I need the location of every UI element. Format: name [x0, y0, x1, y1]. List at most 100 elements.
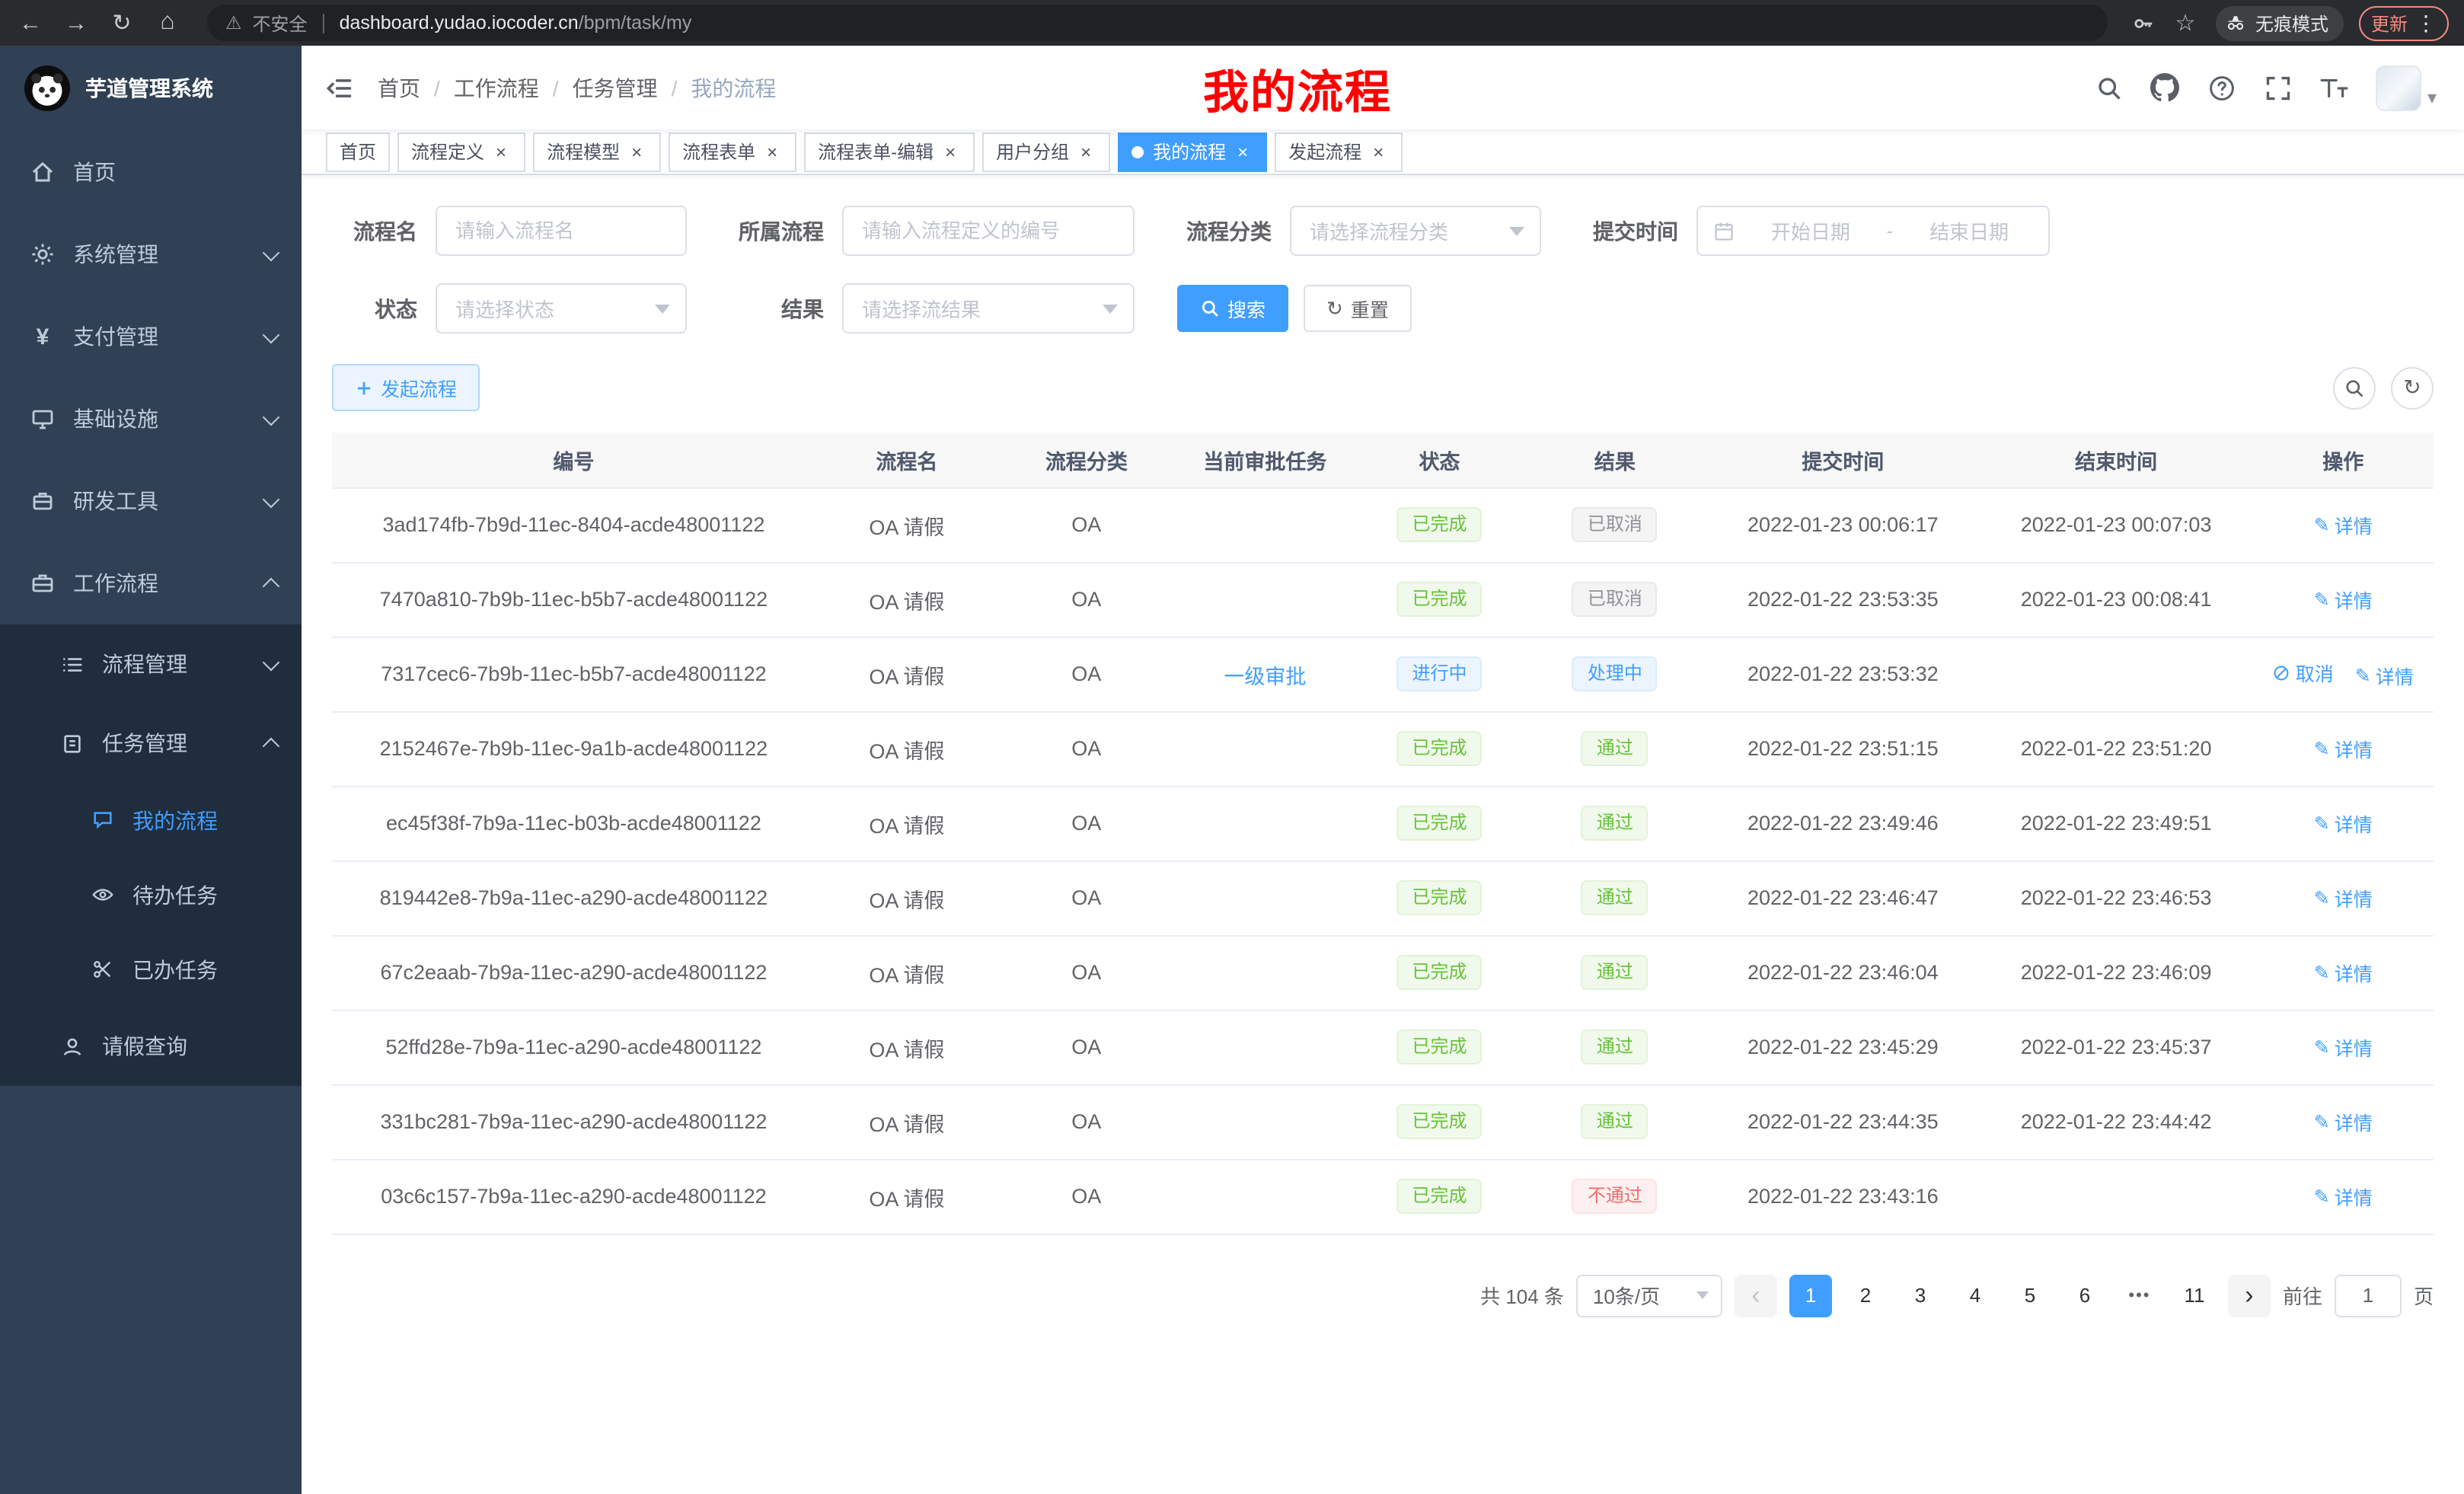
close-icon[interactable] — [761, 141, 783, 162]
home-icon[interactable] — [152, 11, 183, 35]
security-label[interactable]: 不安全 — [253, 10, 308, 36]
detail-link[interactable]: 详情 — [2314, 958, 2373, 987]
start-date-input[interactable]: 开始日期 — [1747, 216, 1875, 245]
app-logo-row[interactable]: 芋道管理系统 — [0, 46, 302, 131]
sidebar-item-home[interactable]: 首页 — [0, 131, 302, 213]
back-icon[interactable] — [15, 11, 46, 34]
close-icon[interactable] — [940, 141, 961, 162]
result-badge: 通过 — [1581, 1104, 1649, 1139]
font-size-icon[interactable] — [2319, 72, 2350, 103]
page-button-1[interactable]: 1 — [1789, 1274, 1832, 1317]
sidebar-item-devtools[interactable]: 研发工具 — [0, 460, 302, 542]
tag-process-form-edit[interactable]: 流程表单-编辑 — [804, 132, 975, 171]
cell-name: OA 请假 — [815, 637, 998, 711]
page-ellipsis-button[interactable]: ••• — [2118, 1274, 2161, 1317]
cell-id: 2152467e-7b9b-11ec-9a1b-acde48001122 — [332, 711, 815, 786]
security-warning-icon[interactable] — [225, 12, 242, 34]
detail-link[interactable]: 详情 — [2314, 510, 2373, 539]
tag-process-model[interactable]: 流程模型 — [533, 132, 661, 171]
close-icon[interactable] — [1368, 141, 1389, 162]
parent-process-input[interactable] — [842, 206, 1135, 256]
goto-page-input[interactable] — [2335, 1274, 2402, 1317]
sidebar-item-infrastructure[interactable]: 基础设施 — [0, 378, 302, 460]
result-badge: 通过 — [1581, 955, 1649, 990]
col-name: 流程名 — [815, 433, 998, 487]
page-button-3[interactable]: 3 — [1899, 1274, 1942, 1317]
sidebar-item-done-tasks[interactable]: 已办任务 — [0, 932, 302, 1007]
refresh-table-button[interactable] — [2391, 366, 2434, 409]
process-category-select[interactable]: 请选择流程分类 — [1290, 206, 1541, 256]
address-bar[interactable]: 不安全 dashboard.yudao.iocoder.cn/bpm/task/… — [207, 5, 2108, 41]
cell-id: 7470a810-7b9b-11ec-b5b7-acde48001122 — [332, 562, 815, 637]
user-avatar[interactable] — [2376, 65, 2437, 110]
process-name-input[interactable] — [436, 206, 687, 256]
chrome-update-button[interactable]: 更新 — [2359, 5, 2449, 40]
fullscreen-icon[interactable] — [2263, 72, 2293, 103]
page-button-2[interactable]: 2 — [1844, 1274, 1887, 1317]
refresh-icon — [2403, 375, 2421, 401]
browser-menu-icon[interactable] — [2415, 10, 2437, 36]
page-size-select[interactable]: 10条/页 — [1576, 1274, 1722, 1317]
tag-my-process[interactable]: 我的流程 — [1118, 132, 1267, 171]
page-button-5[interactable]: 5 — [2009, 1274, 2051, 1317]
sidebar-item-process-management[interactable]: 流程管理 — [0, 624, 302, 704]
github-icon[interactable] — [2150, 72, 2181, 103]
reset-button[interactable]: 重置 — [1304, 285, 1412, 332]
end-date-input[interactable]: 结束日期 — [1905, 216, 2033, 245]
refresh-icon — [1326, 296, 1343, 321]
result-select[interactable]: 请选择流结果 — [842, 283, 1135, 334]
current-task-link[interactable]: 一级审批 — [1224, 665, 1306, 688]
page-button-4[interactable]: 4 — [1954, 1274, 1996, 1317]
page-button-6[interactable]: 6 — [2063, 1274, 2106, 1317]
reload-icon[interactable] — [107, 11, 137, 34]
detail-link[interactable]: 详情 — [2355, 661, 2414, 690]
table-row: 7317cec6-7b9b-11ec-b5b7-acde48001122 OA … — [332, 637, 2434, 711]
tag-user-group[interactable]: 用户分组 — [982, 132, 1110, 171]
tag-home[interactable]: 首页 — [326, 132, 390, 171]
page-button-11[interactable]: 11 — [2173, 1274, 2216, 1317]
tag-start-process[interactable]: 发起流程 — [1275, 132, 1403, 171]
breadcrumb-task-management[interactable]: 任务管理 — [539, 72, 658, 103]
sidebar-item-task-management[interactable]: 任务管理 — [0, 704, 302, 783]
sidebar-item-workflow[interactable]: 工作流程 — [0, 542, 302, 624]
detail-link[interactable]: 详情 — [2314, 1033, 2373, 1061]
bookmark-star-icon[interactable] — [2170, 11, 2201, 34]
next-page-button[interactable] — [2228, 1274, 2271, 1317]
cell-current-task — [1175, 860, 1355, 935]
sidebar-item-leave-query[interactable]: 请假查询 — [0, 1007, 302, 1086]
detail-link[interactable]: 详情 — [2314, 734, 2373, 763]
sidebar-item-todo-tasks[interactable]: 待办任务 — [0, 857, 302, 932]
breadcrumb-home[interactable]: 首页 — [378, 72, 420, 103]
password-key-icon[interactable] — [2132, 11, 2155, 34]
date-separator: - — [1887, 219, 1894, 242]
search-icon[interactable] — [2094, 72, 2124, 103]
cell-submit-time: 2022-01-22 23:49:46 — [1706, 786, 1980, 860]
close-icon[interactable] — [626, 141, 647, 162]
close-icon[interactable] — [1232, 141, 1253, 162]
toggle-search-button[interactable] — [2333, 366, 2376, 409]
search-button[interactable]: 搜索 — [1177, 285, 1288, 332]
detail-link[interactable]: 详情 — [2314, 585, 2373, 614]
tag-process-definition[interactable]: 流程定义 — [397, 132, 525, 171]
sidebar-item-my-process[interactable]: 我的流程 — [0, 783, 302, 857]
breadcrumb-workflow[interactable]: 工作流程 — [420, 72, 539, 103]
detail-link[interactable]: 详情 — [2314, 809, 2373, 838]
close-icon[interactable] — [490, 141, 512, 162]
url-text[interactable]: dashboard.yudao.iocoder.cn/bpm/task/my — [340, 12, 692, 34]
status-select[interactable]: 请选择状态 — [436, 283, 687, 334]
detail-link[interactable]: 详情 — [2314, 883, 2373, 912]
start-process-button[interactable]: 发起流程 — [332, 364, 480, 411]
cancel-link[interactable]: 取消 — [2273, 659, 2334, 688]
forward-icon[interactable] — [61, 11, 91, 34]
col-status: 状态 — [1355, 433, 1524, 487]
sidebar-item-payment[interactable]: 支付管理 — [0, 295, 302, 378]
date-range-picker[interactable]: 开始日期 - 结束日期 — [1696, 206, 2050, 256]
prev-page-button[interactable] — [1735, 1274, 1777, 1317]
tag-process-form[interactable]: 流程表单 — [669, 132, 796, 171]
detail-link[interactable]: 详情 — [2314, 1182, 2373, 1211]
help-icon[interactable] — [2207, 72, 2237, 103]
sidebar-collapse-icon[interactable] — [302, 46, 378, 129]
detail-link[interactable]: 详情 — [2314, 1107, 2373, 1136]
close-icon[interactable] — [1075, 141, 1096, 162]
sidebar-item-system[interactable]: 系统管理 — [0, 213, 302, 295]
